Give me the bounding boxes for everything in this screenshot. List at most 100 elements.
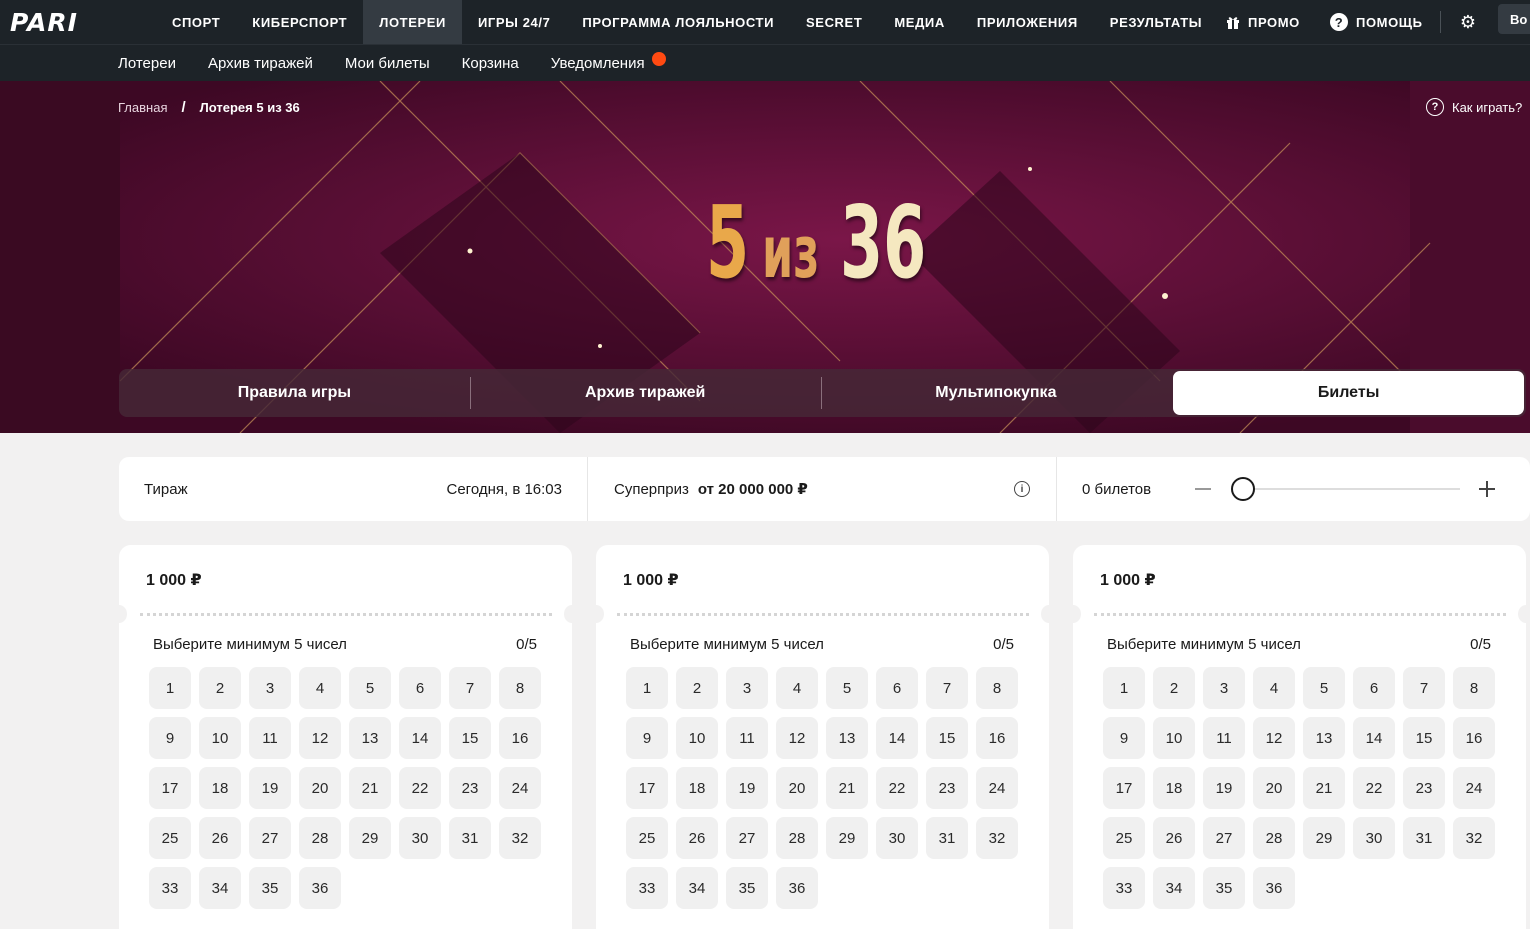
tab-tickets[interactable]: Билеты: [1173, 371, 1524, 415]
number-ball-button[interactable]: 32: [1453, 817, 1495, 859]
number-ball-button[interactable]: 23: [926, 767, 968, 809]
number-ball-button[interactable]: 3: [726, 667, 768, 709]
number-ball-button[interactable]: 10: [1153, 717, 1195, 759]
subnav-lotteries[interactable]: Лотереи: [102, 45, 192, 81]
nav-item-lotteries[interactable]: ЛОТЕРЕИ: [363, 0, 462, 44]
number-ball-button[interactable]: 5: [1303, 667, 1345, 709]
subnav-notifications[interactable]: Уведомления: [535, 45, 667, 81]
number-ball-button[interactable]: 31: [449, 817, 491, 859]
gear-icon[interactable]: ⚙: [1458, 9, 1478, 35]
number-ball-button[interactable]: 29: [826, 817, 868, 859]
number-ball-button[interactable]: 16: [1453, 717, 1495, 759]
number-ball-button[interactable]: 14: [1353, 717, 1395, 759]
number-ball-button[interactable]: 28: [1253, 817, 1295, 859]
number-ball-button[interactable]: 19: [249, 767, 291, 809]
number-ball-button[interactable]: 17: [1103, 767, 1145, 809]
nav-item-sport[interactable]: СПОРТ: [156, 0, 236, 44]
nav-item-esports[interactable]: КИБЕРСПОРТ: [236, 0, 363, 44]
number-ball-button[interactable]: 31: [1403, 817, 1445, 859]
help-link[interactable]: ? ПОМОЩЬ: [1330, 0, 1423, 44]
number-ball-button[interactable]: 13: [1303, 717, 1345, 759]
number-ball-button[interactable]: 10: [676, 717, 718, 759]
number-ball-button[interactable]: 20: [776, 767, 818, 809]
number-ball-button[interactable]: 23: [449, 767, 491, 809]
subnav-draw-archive[interactable]: Архив тиражей: [192, 45, 329, 81]
number-ball-button[interactable]: 23: [1403, 767, 1445, 809]
number-ball-button[interactable]: 12: [776, 717, 818, 759]
number-ball-button[interactable]: 24: [1453, 767, 1495, 809]
number-ball-button[interactable]: 36: [1253, 867, 1295, 909]
number-ball-button[interactable]: 33: [626, 867, 668, 909]
number-ball-button[interactable]: 34: [676, 867, 718, 909]
number-ball-button[interactable]: 13: [349, 717, 391, 759]
info-icon[interactable]: i: [1014, 481, 1030, 497]
number-ball-button[interactable]: 9: [1103, 717, 1145, 759]
number-ball-button[interactable]: 8: [499, 667, 541, 709]
nav-item-games[interactable]: ИГРЫ 24/7: [462, 0, 566, 44]
number-ball-button[interactable]: 17: [626, 767, 668, 809]
nav-item-apps[interactable]: ПРИЛОЖЕНИЯ: [961, 0, 1094, 44]
number-ball-button[interactable]: 19: [1203, 767, 1245, 809]
number-ball-button[interactable]: 11: [726, 717, 768, 759]
number-ball-button[interactable]: 6: [1353, 667, 1395, 709]
number-ball-button[interactable]: 15: [449, 717, 491, 759]
number-ball-button[interactable]: 18: [199, 767, 241, 809]
number-ball-button[interactable]: 9: [149, 717, 191, 759]
number-ball-button[interactable]: 25: [149, 817, 191, 859]
number-ball-button[interactable]: 8: [976, 667, 1018, 709]
nav-item-results[interactable]: РЕЗУЛЬТАТЫ: [1094, 0, 1218, 44]
how-to-play-link[interactable]: ? Как играть?: [1426, 98, 1522, 116]
number-ball-button[interactable]: 30: [876, 817, 918, 859]
number-ball-button[interactable]: 22: [399, 767, 441, 809]
number-ball-button[interactable]: 26: [1153, 817, 1195, 859]
login-button[interactable]: Во: [1498, 4, 1530, 34]
number-ball-button[interactable]: 34: [199, 867, 241, 909]
number-ball-button[interactable]: 11: [1203, 717, 1245, 759]
number-ball-button[interactable]: 27: [726, 817, 768, 859]
number-ball-button[interactable]: 1: [626, 667, 668, 709]
number-ball-button[interactable]: 8: [1453, 667, 1495, 709]
number-ball-button[interactable]: 31: [926, 817, 968, 859]
number-ball-button[interactable]: 13: [826, 717, 868, 759]
number-ball-button[interactable]: 16: [976, 717, 1018, 759]
number-ball-button[interactable]: 26: [676, 817, 718, 859]
number-ball-button[interactable]: 7: [449, 667, 491, 709]
number-ball-button[interactable]: 22: [876, 767, 918, 809]
number-ball-button[interactable]: 4: [299, 667, 341, 709]
number-ball-button[interactable]: 18: [1153, 767, 1195, 809]
number-ball-button[interactable]: 28: [299, 817, 341, 859]
number-ball-button[interactable]: 25: [1103, 817, 1145, 859]
number-ball-button[interactable]: 35: [726, 867, 768, 909]
tickets-slider-track[interactable]: [1242, 488, 1460, 490]
number-ball-button[interactable]: 33: [1103, 867, 1145, 909]
tab-draw-archive[interactable]: Архив тиражей: [469, 369, 821, 417]
number-ball-button[interactable]: 36: [299, 867, 341, 909]
promo-link[interactable]: ПРОМО: [1226, 0, 1300, 44]
number-ball-button[interactable]: 4: [776, 667, 818, 709]
number-ball-button[interactable]: 27: [249, 817, 291, 859]
number-ball-button[interactable]: 2: [676, 667, 718, 709]
number-ball-button[interactable]: 14: [876, 717, 918, 759]
pari-logo[interactable]: PARI: [10, 6, 78, 38]
number-ball-button[interactable]: 36: [776, 867, 818, 909]
number-ball-button[interactable]: 3: [249, 667, 291, 709]
number-ball-button[interactable]: 2: [199, 667, 241, 709]
tickets-slider-handle[interactable]: [1231, 477, 1255, 501]
number-ball-button[interactable]: 2: [1153, 667, 1195, 709]
number-ball-button[interactable]: 32: [499, 817, 541, 859]
tab-multibuy[interactable]: Мультипокупка: [820, 369, 1172, 417]
number-ball-button[interactable]: 35: [1203, 867, 1245, 909]
number-ball-button[interactable]: 1: [1103, 667, 1145, 709]
number-ball-button[interactable]: 10: [199, 717, 241, 759]
subnav-my-tickets[interactable]: Мои билеты: [329, 45, 446, 81]
decrease-tickets-button[interactable]: [1195, 488, 1211, 490]
number-ball-button[interactable]: 33: [149, 867, 191, 909]
number-ball-button[interactable]: 4: [1253, 667, 1295, 709]
number-ball-button[interactable]: 6: [399, 667, 441, 709]
number-ball-button[interactable]: 22: [1353, 767, 1395, 809]
number-ball-button[interactable]: 29: [349, 817, 391, 859]
tab-rules[interactable]: Правила игры: [119, 369, 470, 417]
number-ball-button[interactable]: 26: [199, 817, 241, 859]
number-ball-button[interactable]: 21: [349, 767, 391, 809]
number-ball-button[interactable]: 11: [249, 717, 291, 759]
